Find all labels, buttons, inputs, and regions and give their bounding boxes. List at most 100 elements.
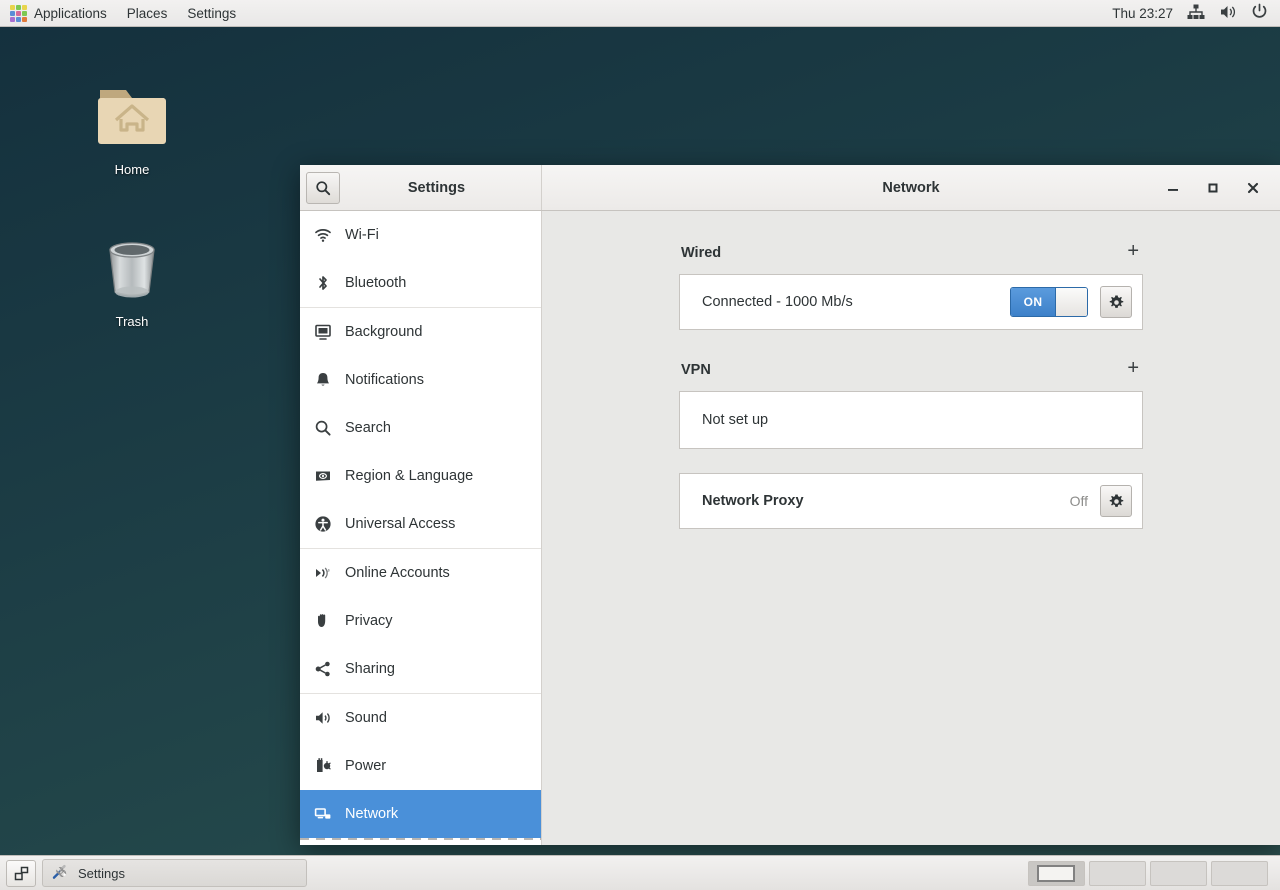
sidebar-item-power[interactable]: Power: [300, 742, 541, 790]
settings-window: Settings Network Wi-Fi Bluetooth Backgro…: [300, 165, 1280, 845]
sidebar-item-universal-access[interactable]: Universal Access: [300, 500, 541, 548]
vpn-row[interactable]: Not set up: [679, 391, 1143, 449]
hand-privacy-icon: [313, 611, 333, 631]
accessibility-icon: [313, 514, 333, 534]
workspace-3[interactable]: [1150, 860, 1207, 886]
svg-text:s: s: [328, 567, 330, 573]
network-panel: Wired + Connected - 1000 Mb/s ON VPN + N…: [679, 241, 1143, 529]
sidebar-item-wifi[interactable]: Wi-Fi: [300, 211, 541, 259]
wired-toggle-state: ON: [1011, 288, 1055, 316]
background-icon: [313, 322, 333, 342]
minimize-icon: [1168, 188, 1178, 191]
workspace-4[interactable]: [1211, 860, 1268, 886]
wifi-icon: [313, 225, 333, 245]
close-button[interactable]: [1242, 177, 1264, 199]
sidebar-item-bluetooth[interactable]: Bluetooth: [300, 259, 541, 307]
taskbar-item-label: Settings: [78, 865, 125, 881]
vpn-status-label: Not set up: [702, 412, 769, 428]
sidebar-item-background[interactable]: Background: [300, 308, 541, 356]
power-icon[interactable]: [1251, 3, 1268, 23]
taskbar: Settings: [0, 855, 1280, 890]
sidebar-item-region-language[interactable]: Region & Language: [300, 452, 541, 500]
desktop-icon-trash-label: Trash: [115, 314, 149, 329]
network-wired-icon[interactable]: [1187, 4, 1205, 23]
maximize-icon: [1208, 183, 1218, 192]
sidebar-item-notifications[interactable]: Notifications: [300, 356, 541, 404]
sidebar-item-label: Wi-Fi: [345, 227, 379, 243]
clock[interactable]: Thu 23:27: [1112, 6, 1173, 21]
network-proxy-settings-button[interactable]: [1100, 485, 1132, 517]
share-icon: [313, 659, 333, 679]
menu-places-label: Places: [126, 5, 168, 21]
wired-status-label: Connected - 1000 Mb/s: [702, 294, 853, 310]
sidebar-item-label: Search: [345, 420, 391, 436]
sidebar-item-sharing[interactable]: Sharing: [300, 645, 541, 693]
vpn-title: VPN: [681, 361, 711, 378]
workspace-1[interactable]: [1028, 860, 1085, 886]
show-desktop-icon: [14, 866, 28, 880]
taskbar-item-settings[interactable]: Settings: [42, 859, 307, 887]
sidebar-item-search[interactable]: Search: [300, 404, 541, 452]
region-language-icon: [313, 466, 333, 486]
app-title: Settings: [407, 179, 466, 196]
volume-icon[interactable]: [1219, 4, 1237, 23]
window-titlebar: Settings Network: [300, 165, 1280, 211]
panel-status-area: Thu 23:27: [1112, 3, 1280, 23]
menu-places[interactable]: Places: [117, 0, 178, 27]
wired-settings-button[interactable]: [1100, 286, 1132, 318]
wired-section-header: Wired +: [679, 241, 1143, 274]
sidebar-item-online-accounts[interactable]: s Online Accounts: [300, 549, 541, 597]
sidebar-item-label: Online Accounts: [345, 565, 450, 581]
search-button[interactable]: [306, 171, 340, 204]
apps-grid-icon: [10, 4, 27, 22]
vpn-section-header: VPN +: [679, 358, 1143, 391]
sidebar-item-label: Notifications: [345, 372, 424, 388]
sidebar-item-sound[interactable]: Sound: [300, 694, 541, 742]
menu-settings[interactable]: Settings: [177, 0, 246, 27]
titlebar-right: Network: [542, 165, 1280, 210]
wired-title: Wired: [681, 244, 722, 261]
menu-settings-label: Settings: [187, 5, 237, 21]
workspace-window-preview: [1037, 864, 1075, 882]
sidebar-item-label: Sharing: [345, 661, 395, 677]
sidebar-item-label: Sound: [345, 710, 387, 726]
menu-applications[interactable]: Applications: [0, 0, 117, 27]
desktop-icon-trash[interactable]: Trash: [72, 228, 192, 329]
search-icon: [313, 418, 333, 438]
bell-icon: [313, 370, 333, 390]
network-proxy-status: Off: [1069, 493, 1088, 509]
gear-icon: [1109, 295, 1123, 308]
sidebar-item-label: Universal Access: [345, 516, 456, 532]
network-proxy-label: Network Proxy: [702, 493, 804, 509]
wired-device-row[interactable]: Connected - 1000 Mb/s ON: [679, 274, 1143, 330]
sound-icon: [313, 708, 333, 728]
menu-applications-label: Applications: [34, 5, 107, 21]
window-body: Wi-Fi Bluetooth Background Notifications…: [300, 211, 1280, 845]
wired-toggle[interactable]: ON: [1010, 287, 1088, 317]
sidebar-item-label: Bluetooth: [345, 275, 407, 291]
titlebar-left: Settings: [300, 165, 542, 210]
close-icon: [1247, 182, 1259, 193]
online-accounts-icon: s: [313, 563, 333, 583]
maximize-button[interactable]: [1202, 177, 1224, 199]
wired-toggle-knob: [1055, 288, 1087, 316]
network-proxy-row[interactable]: Network Proxy Off: [679, 473, 1143, 529]
desktop-icon-home[interactable]: Home: [72, 72, 192, 177]
minimize-button[interactable]: [1162, 177, 1184, 199]
gear-icon: [1109, 494, 1123, 507]
show-desktop-button[interactable]: [6, 859, 36, 887]
sidebar-item-network[interactable]: Network: [300, 790, 541, 838]
settings-sidebar: Wi-Fi Bluetooth Background Notifications…: [300, 211, 542, 845]
trash-icon: [109, 242, 155, 298]
top-panel: Applications Places Settings Thu 23:27: [0, 0, 1280, 27]
sidebar-item-label: Network: [345, 806, 399, 822]
sidebar-item-privacy[interactable]: Privacy: [300, 597, 541, 645]
add-wired-button[interactable]: +: [1125, 241, 1141, 264]
home-folder-icon: [98, 90, 166, 144]
search-icon: [316, 180, 331, 195]
workspace-2[interactable]: [1089, 860, 1146, 886]
sidebar-item-label: Region & Language: [345, 468, 474, 484]
workspace-switcher: [1028, 860, 1274, 886]
desktop-icon-home-label: Home: [114, 162, 150, 177]
add-vpn-button[interactable]: +: [1125, 358, 1141, 381]
